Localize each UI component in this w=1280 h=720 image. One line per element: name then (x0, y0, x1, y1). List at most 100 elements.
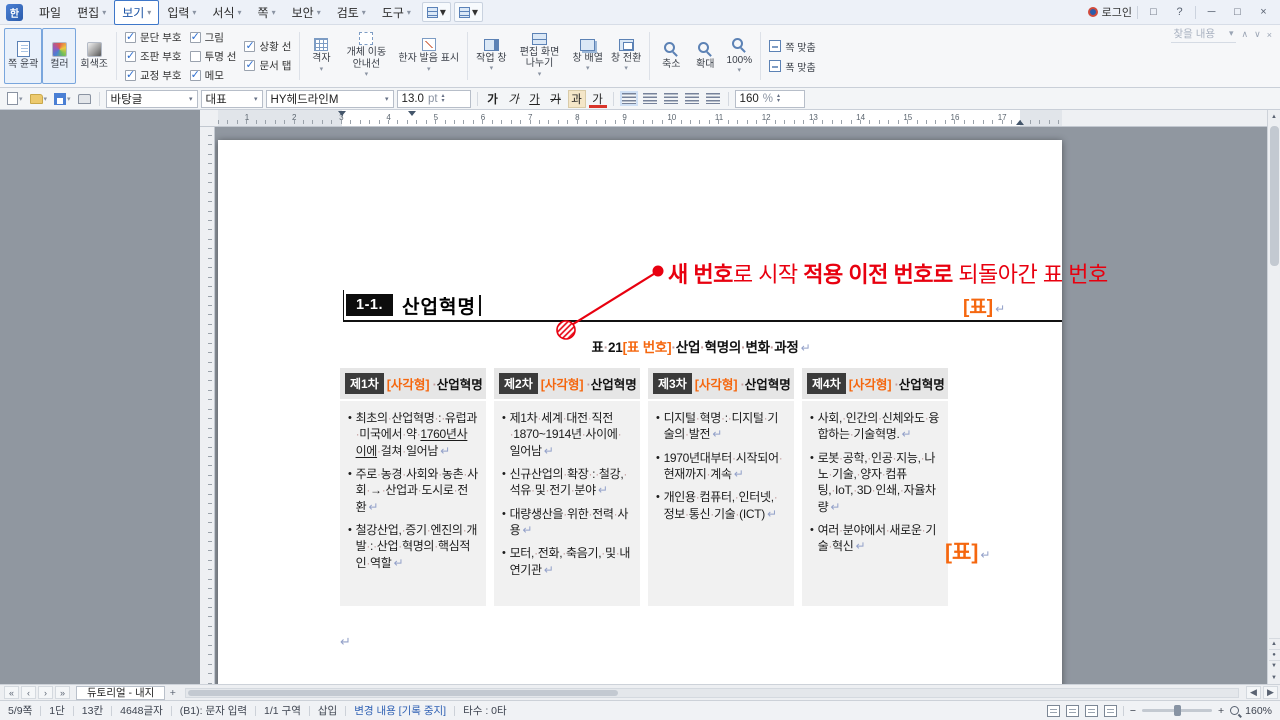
hanja-pronounce-button[interactable]: 한자 발음 표시 ▾ (394, 28, 463, 84)
next-page-button[interactable]: › (38, 686, 53, 699)
save-button[interactable]: ▾ (52, 90, 73, 108)
bold-button[interactable]: 가 (484, 90, 502, 108)
menu-검토[interactable]: 검토 ▾ (329, 0, 374, 25)
vertical-ruler[interactable] (200, 127, 215, 684)
grayscale-view-button[interactable]: 회색조 (76, 28, 112, 84)
print-button[interactable] (76, 90, 93, 108)
status-item[interactable]: 1단 (49, 703, 65, 718)
first-line-indent-marker[interactable] (408, 111, 416, 116)
strikethrough-button[interactable]: 가 (547, 90, 565, 108)
zoom-out-button[interactable]: 축소 (654, 28, 688, 84)
ribbon-button-격자[interactable]: 격자 ▾ (304, 28, 338, 84)
checkbox-조판 부호[interactable]: 조판 부호 (125, 49, 182, 64)
status-item[interactable]: 타수 : 0타 (463, 703, 507, 718)
ribbon-button-창 전환[interactable]: 창 전환 ▾ (607, 28, 645, 84)
checkbox-메모[interactable]: 메모 (189, 68, 237, 83)
new-document-button[interactable]: ▾ (5, 90, 25, 108)
color-view-button[interactable]: 컬러 (42, 28, 77, 84)
menu-도구[interactable]: 도구 ▾ (374, 0, 419, 25)
find-close-icon[interactable]: × (1267, 30, 1272, 40)
status-item[interactable]: 4648글자 (120, 703, 163, 718)
login-button[interactable]: 로그인 (1087, 4, 1132, 20)
last-page-button[interactable]: » (55, 686, 70, 699)
view-mode-outline-icon[interactable] (1065, 704, 1079, 717)
maximize-button[interactable]: □ (1227, 3, 1248, 21)
document-page[interactable]: 1-1. 산업혁명 [표] ↵ 표·21[표 번호]·산업·혁명의·변화·과정 ↵ … (218, 140, 1062, 684)
first-page-button[interactable]: « (4, 686, 19, 699)
style-set-combo[interactable]: 대표 ▾ (200, 89, 263, 108)
view-mode-page-icon[interactable] (1046, 704, 1060, 717)
scroll-right-button[interactable]: ▶ (1263, 686, 1278, 699)
status-item[interactable]: 삽입 (318, 703, 337, 718)
menu-보기[interactable]: 보기 ▾ (114, 0, 160, 25)
ribbon-button-작업 창[interactable]: 작업 창 ▾ (472, 28, 510, 84)
underline-button[interactable]: 가 (526, 90, 544, 108)
checkbox-교정 부호[interactable]: 교정 부호 (125, 68, 182, 83)
horizontal-scrollbar[interactable] (185, 687, 1239, 698)
table-anchor-control-top[interactable]: [표] ↵ (963, 292, 1005, 319)
font-size-stepper[interactable]: ▴ ▾ (442, 93, 445, 104)
checkbox-상황 선[interactable]: 상황 선 (244, 39, 291, 54)
horizontal-scroll-thumb[interactable] (188, 689, 619, 696)
page-outline-button[interactable]: 쪽 윤곽 (4, 28, 43, 84)
zoom-in-icon[interactable]: + (1218, 705, 1224, 717)
scroll-left-button[interactable]: ◀ (1246, 686, 1261, 699)
add-tab-button[interactable]: + (165, 687, 180, 699)
ribbon-button-창 배열[interactable]: 창 배열 ▾ (569, 28, 607, 84)
ribbon-button-편집 화면 나누기[interactable]: 편집 화면 나누기 ▾ (511, 28, 569, 84)
font-size-combo[interactable]: 13.0 pt ▴ ▾ (396, 89, 471, 108)
indent-marker[interactable] (338, 111, 346, 116)
align-left-button[interactable] (642, 93, 657, 104)
menu-입력[interactable]: 입력 ▾ (159, 0, 204, 25)
font-color-button[interactable]: 가 (589, 90, 607, 108)
prev-page-icon[interactable]: ▲ (1268, 638, 1280, 649)
line-spacing-combo[interactable]: 160 % ▴ ▾ (734, 89, 805, 108)
menu-보안[interactable]: 보안 ▾ (284, 0, 329, 25)
right-indent-marker[interactable] (1016, 120, 1024, 125)
zoom-percentage[interactable]: 160% (1245, 705, 1272, 717)
align-center-button[interactable] (663, 93, 678, 104)
status-item[interactable]: (B1): 문자 입력 (180, 703, 247, 718)
zoom-level-button[interactable]: 100% ▾ (722, 28, 756, 84)
vertical-scroll-thumb[interactable] (1269, 126, 1279, 266)
shade-button[interactable]: 과 (567, 89, 586, 108)
status-item[interactable]: 5/9쪽 (8, 703, 32, 718)
zoom-slider-thumb[interactable] (1174, 705, 1181, 716)
browse-target-icon[interactable]: ● (1268, 649, 1280, 660)
scroll-up-icon[interactable]: ▲ (1268, 110, 1280, 123)
font-combo[interactable]: HY헤드라인M ▾ (265, 89, 394, 108)
line-spacing-stepper[interactable]: ▴ ▾ (777, 93, 780, 104)
checkbox-투명 선[interactable]: 투명 선 (189, 49, 236, 64)
close-button[interactable]: × (1253, 3, 1274, 21)
find-prev-icon[interactable]: ∧ (1242, 29, 1249, 40)
view-mode-grid-icon[interactable] (1103, 704, 1117, 717)
fit-width-button[interactable]: 폭 맞춤 (765, 58, 819, 75)
view-mode-split-icon[interactable] (1084, 704, 1098, 717)
zoom-in-button[interactable]: 확대 (688, 28, 722, 84)
prev-page-button[interactable]: ‹ (21, 686, 36, 699)
menu-파일[interactable]: 파일 (31, 0, 69, 25)
zoom-out-icon[interactable]: − (1130, 705, 1136, 717)
open-button[interactable]: ▾ (28, 90, 50, 108)
magnifier-icon[interactable] (1230, 706, 1240, 715)
align-right-button[interactable] (684, 93, 699, 104)
align-distribute-button[interactable] (705, 93, 720, 104)
find-next-icon[interactable]: ∨ (1254, 29, 1261, 40)
minimize-button[interactable]: ─ (1201, 3, 1222, 21)
checkbox-문서 탭[interactable]: 문서 탭 (244, 58, 291, 73)
menu-쪽[interactable]: 쪽 ▾ (250, 0, 284, 25)
toolbar-config-button[interactable]: ▾ (453, 2, 483, 22)
document-tab[interactable]: 듀토리얼 - 내지 (76, 685, 166, 700)
checkbox-그림[interactable]: 그림 (189, 30, 237, 45)
status-item[interactable]: 1/1 구역 (264, 703, 301, 718)
next-page-icon[interactable]: ▼ (1268, 660, 1280, 671)
style-combo[interactable]: 바탕글 ▾ (105, 89, 198, 108)
menu-서식[interactable]: 서식 ▾ (204, 0, 249, 25)
menu-편집[interactable]: 편집 ▾ (69, 0, 114, 25)
checkbox-문단 부호[interactable]: 문단 부호 (125, 30, 182, 45)
italic-button[interactable]: 가 (505, 90, 523, 108)
vertical-scrollbar[interactable]: ▲ ▲ ● ▼ ▼ (1267, 110, 1280, 684)
horizontal-ruler[interactable]: 1 2 3 4 5 6 7 8 9 10 11 12 13 14 15 16 17 (200, 110, 1268, 127)
maximize-layout-icon[interactable]: □ (1143, 3, 1164, 21)
align-justify-button[interactable] (619, 91, 638, 106)
